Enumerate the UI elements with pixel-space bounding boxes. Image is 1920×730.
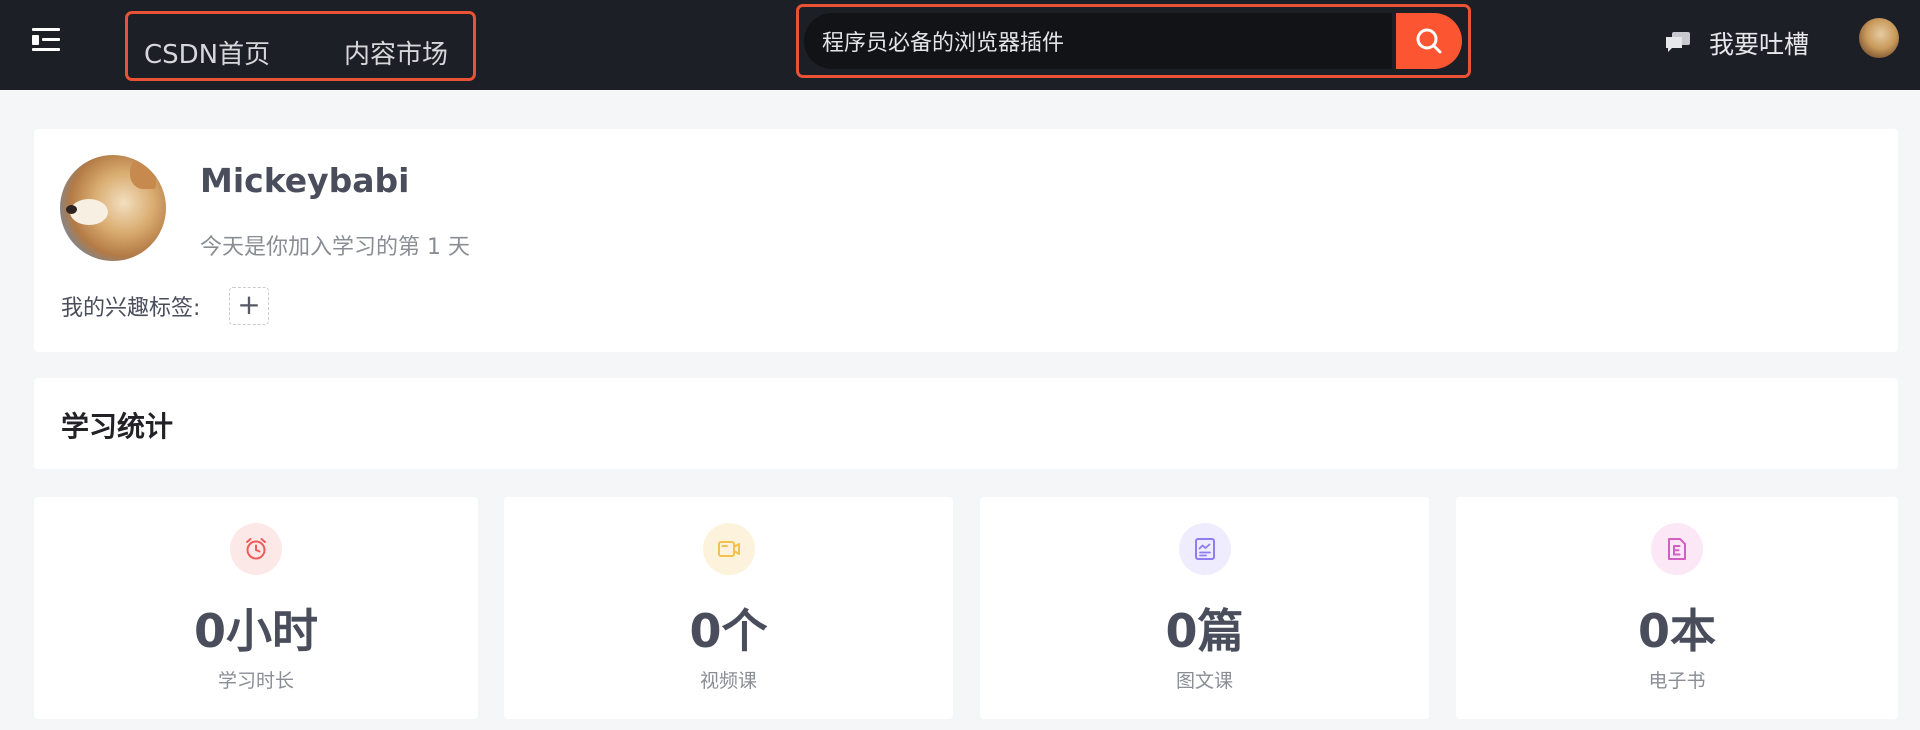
- feedback-label: 我要吐槽: [1709, 30, 1810, 59]
- stat-label: 图文课: [1175, 670, 1233, 692]
- user-avatar[interactable]: [1859, 18, 1899, 58]
- top-nav-bar: CSDN首页 内容市场 我要吐槽: [0, 0, 1920, 90]
- section-title: 学习统计: [61, 410, 174, 443]
- video-icon: [702, 523, 755, 575]
- stat-value: 0篇: [1165, 604, 1244, 658]
- stat-label: 视频课: [699, 670, 757, 692]
- image-text-icon: [1178, 523, 1231, 575]
- stat-card-ebooks[interactable]: 0本 电子书: [1456, 497, 1898, 719]
- join-days-text: 今天是你加入学习的第 1 天: [200, 235, 470, 260]
- search-input[interactable]: [804, 13, 1392, 69]
- learning-stats-header: 学习统计: [34, 378, 1898, 469]
- search-icon: [1416, 28, 1442, 54]
- stat-card-image-text-courses[interactable]: 0篇 图文课: [980, 497, 1429, 719]
- nav-links-highlight: CSDN首页 内容市场: [125, 11, 476, 81]
- profile-card: Mickeybabi 今天是你加入学习的第 1 天 我的兴趣标签: +: [34, 129, 1898, 352]
- stat-value: 0小时: [193, 604, 318, 658]
- nav-link-csdn-home[interactable]: CSDN首页: [144, 34, 270, 71]
- menu-icon[interactable]: [32, 28, 62, 52]
- chat-bubble-icon: [1666, 32, 1690, 52]
- stat-value: 0本: [1637, 604, 1716, 658]
- profile-avatar[interactable]: [60, 155, 166, 261]
- stat-card-study-time[interactable]: 0小时 学习时长: [34, 497, 478, 719]
- username: Mickeybabi: [200, 161, 410, 200]
- stat-value: 0个: [689, 604, 768, 658]
- interest-tags-label: 我的兴趣标签:: [61, 296, 201, 321]
- stat-label: 电子书: [1648, 670, 1706, 692]
- ebook-icon: [1651, 523, 1703, 575]
- search-highlight: [796, 4, 1471, 78]
- nav-link-content-market[interactable]: 内容市场: [344, 34, 448, 71]
- search-button[interactable]: [1396, 13, 1462, 69]
- add-tag-button[interactable]: +: [229, 287, 269, 325]
- alarm-clock-icon: [230, 523, 282, 575]
- stat-card-video-courses[interactable]: 0个 视频课: [504, 497, 953, 719]
- stat-label: 学习时长: [217, 670, 294, 692]
